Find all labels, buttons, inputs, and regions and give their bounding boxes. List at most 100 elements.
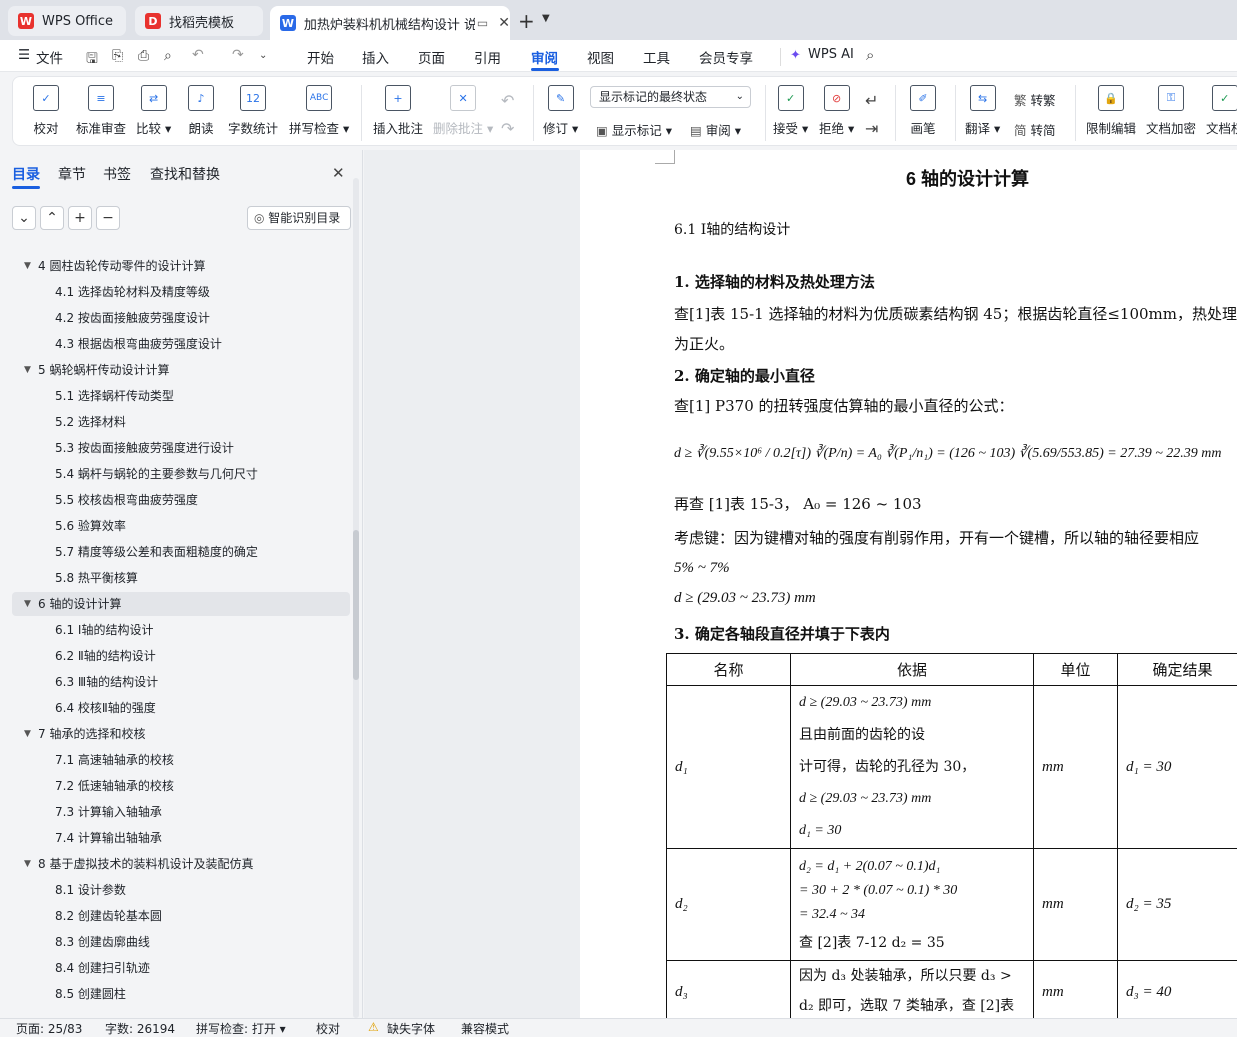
toc-item[interactable]: 5.3 按齿面接触疲劳强度进行设计 — [12, 436, 350, 460]
show-markup-button[interactable]: ▣ 显示标记 ▾ — [596, 120, 672, 139]
markup-state-select[interactable]: 显示标记的最终状态⌄ — [590, 86, 751, 108]
save-icon[interactable]: 🖫 — [86, 48, 98, 72]
add-heading-button[interactable]: + — [68, 206, 92, 230]
tab-wps-office[interactable]: W WPS Office — [8, 6, 126, 36]
toc-item[interactable]: 8.3 创建齿廓曲线 — [12, 930, 350, 954]
encrypt-doc-button[interactable]: ⚿文档加密 — [1146, 85, 1196, 137]
toc-item[interactable]: ▼6 轴的设计计算 — [12, 592, 350, 616]
toc-item[interactable]: 5.5 校核齿根弯曲疲劳强度 — [12, 488, 350, 512]
print-preview-icon[interactable]: ⌕ — [164, 48, 172, 64]
tab-bookmarks[interactable]: 书签 — [103, 164, 131, 184]
toc-item[interactable]: 7.1 高速轴轴承的校核 — [12, 748, 350, 772]
smart-toc-button[interactable]: ◎ 智能识别目录 — [247, 206, 351, 230]
toc-item[interactable]: 5.4 蜗杆与蜗轮的主要参数与几何尺寸 — [12, 462, 350, 486]
toc-item[interactable]: ▼4 圆柱齿轮传动零件的设计计算 — [12, 254, 350, 278]
proofread-status[interactable]: 校对 — [316, 1020, 340, 1037]
toc-item[interactable]: 4.1 选择齿轮材料及精度等级 — [12, 280, 350, 304]
toc-item[interactable]: 7.4 计算输出轴轴承 — [12, 826, 350, 850]
toc-item[interactable]: 8.1 设计参数 — [12, 878, 350, 902]
new-tab-icon[interactable]: + — [518, 9, 535, 33]
tab-find-replace[interactable]: 查找和替换 — [150, 164, 220, 184]
toc-item[interactable]: 4.3 根据齿根弯曲疲劳强度设计 — [12, 332, 350, 356]
expand-up-button[interactable]: ⌃ — [40, 206, 64, 230]
menu-tools[interactable]: 工具 — [643, 47, 670, 67]
menu-review[interactable]: 审阅 — [531, 47, 558, 67]
close-icon[interactable]: ✕ — [498, 15, 510, 31]
restrict-editing-button[interactable]: 🔒限制编辑 — [1086, 85, 1136, 137]
toc-item[interactable]: 5.2 选择材料 — [12, 410, 350, 434]
spell-check-status[interactable]: 拼写检查: 打开 ▾ — [196, 1020, 286, 1037]
toc-item[interactable]: 7.2 低速轴轴承的校核 — [12, 774, 350, 798]
undo-icon[interactable]: ↶ — [192, 47, 204, 63]
more-chevron-icon[interactable]: ⌄ — [259, 50, 267, 61]
toc-item[interactable]: ▼5 蜗轮蜗杆传动设计计算 — [12, 358, 350, 382]
menu-start[interactable]: 开始 — [307, 47, 334, 67]
tab-docer[interactable]: D 找稻壳模板 — [135, 6, 263, 36]
doc-permission-button[interactable]: ✓文档权 — [1206, 85, 1237, 137]
review-pane-button[interactable]: ▤ 审阅 ▾ — [690, 120, 741, 139]
toc-item[interactable]: 5.6 验算效率 — [12, 514, 350, 538]
expand-triangle-icon[interactable]: ▼ — [24, 592, 31, 616]
spell-check-button[interactable]: ABC拼写检查 ▾ — [289, 85, 349, 137]
wps-ai-button[interactable]: WPS AI — [808, 47, 854, 62]
toc-item[interactable]: 7.3 计算输入轴轴承 — [12, 800, 350, 824]
toc-item[interactable]: 5.1 选择蜗杆传动类型 — [12, 384, 350, 408]
menu-reference[interactable]: 引用 — [474, 47, 501, 67]
proofread-button[interactable]: ✓校对 — [33, 85, 59, 137]
translate-button[interactable]: ⇆翻译 ▾ — [965, 85, 1000, 137]
toc-item[interactable]: 6.1 Ⅰ轴的结构设计 — [12, 618, 350, 642]
file-menu[interactable]: 文件 — [36, 47, 63, 67]
collapse-all-button[interactable]: ⌄ — [12, 206, 36, 230]
menu-page[interactable]: 页面 — [418, 47, 445, 67]
insert-comment-button[interactable]: +插入批注 — [373, 85, 423, 137]
search-icon[interactable]: ⌕ — [866, 46, 874, 64]
tab-document[interactable]: W 加热炉装料机机械结构设计 说 ▭ ✕ — [270, 6, 510, 40]
remove-heading-button[interactable]: − — [96, 206, 120, 230]
previous-change-icon[interactable]: ↵ — [865, 91, 878, 110]
expand-triangle-icon[interactable]: ▼ — [24, 722, 31, 746]
track-changes-button[interactable]: ✎修订 ▾ — [543, 85, 578, 137]
toc-item[interactable]: 6.4 校核Ⅱ轴的强度 — [12, 696, 350, 720]
export-icon[interactable]: ⎘ — [112, 48, 123, 64]
next-change-icon[interactable]: ⇥ — [865, 119, 878, 138]
tab-chapters[interactable]: 章节 — [58, 164, 86, 184]
hamburger-icon[interactable]: ☰ — [18, 47, 30, 63]
missing-font-status[interactable]: 缺失字体 — [387, 1020, 435, 1037]
menu-member[interactable]: 会员专享 — [699, 47, 753, 67]
menu-view[interactable]: 视图 — [587, 47, 614, 67]
toc-item[interactable]: 5.8 热平衡核算 — [12, 566, 350, 590]
to-traditional-button[interactable]: 繁 转繁 — [1014, 90, 1056, 109]
accept-button[interactable]: ✓接受 ▾ — [773, 85, 808, 137]
chevron-down-icon[interactable]: ▼ — [542, 13, 550, 24]
toc-item[interactable]: 8.2 创建齿轮基本圆 — [12, 904, 350, 928]
close-pane-icon[interactable]: ✕ — [332, 164, 345, 182]
document-page[interactable]: 6 轴的设计计算 6.1 Ⅰ轴的结构设计 1. 选择轴的材料及热处理方法 查[1… — [580, 150, 1237, 1018]
toc-item[interactable]: 5.7 精度等级公差和表面粗糙度的确定 — [12, 540, 350, 564]
tab-toc[interactable]: 目录 — [12, 164, 40, 184]
scrollbar-thumb[interactable] — [353, 530, 359, 680]
standard-review-button[interactable]: ≡标准审查 — [76, 85, 126, 137]
compare-button[interactable]: ⇄比较 ▾ — [136, 85, 171, 137]
to-simplified-button[interactable]: 简 转简 — [1014, 120, 1056, 139]
page-indicator[interactable]: 页面: 25/83 — [16, 1020, 82, 1037]
toc-item[interactable]: 8.4 创建扫引轨迹 — [12, 956, 350, 980]
toc-item[interactable]: ▼8 基于虚拟技术的装料机设计及装配仿真 — [12, 852, 350, 876]
toc-item[interactable]: ▼7 轴承的选择和校核 — [12, 722, 350, 746]
toc-item[interactable]: 6.3 Ⅲ轴的结构设计 — [12, 670, 350, 694]
word-count[interactable]: 字数: 26194 — [105, 1020, 175, 1037]
print-icon[interactable]: ⎙ — [138, 48, 149, 64]
expand-triangle-icon[interactable]: ▼ — [24, 852, 31, 876]
toc-item[interactable]: 6.2 Ⅱ轴的结构设计 — [12, 644, 350, 668]
expand-triangle-icon[interactable]: ▼ — [24, 358, 31, 382]
word-count-button[interactable]: 12字数统计 — [228, 85, 278, 137]
next-comment-icon[interactable]: ↷ — [501, 119, 514, 138]
read-aloud-button[interactable]: ♪朗读 — [188, 85, 214, 137]
toc-item[interactable]: 8.5 创建圆柱 — [12, 982, 350, 1006]
expand-triangle-icon[interactable]: ▼ — [24, 254, 31, 278]
prev-comment-icon[interactable]: ↶ — [501, 91, 514, 110]
menu-insert[interactable]: 插入 — [362, 47, 389, 67]
document-canvas[interactable]: H1 ⠿ ⠿ 6 轴的设计计算 6.1 Ⅰ轴的结构设计 1. 选择轴的材料及热处… — [364, 150, 1237, 1018]
delete-comment-button[interactable]: ✕删除批注 ▾ — [433, 85, 493, 137]
pen-button[interactable]: ✐画笔 — [910, 85, 936, 137]
reject-button[interactable]: ⊘拒绝 ▾ — [819, 85, 854, 137]
